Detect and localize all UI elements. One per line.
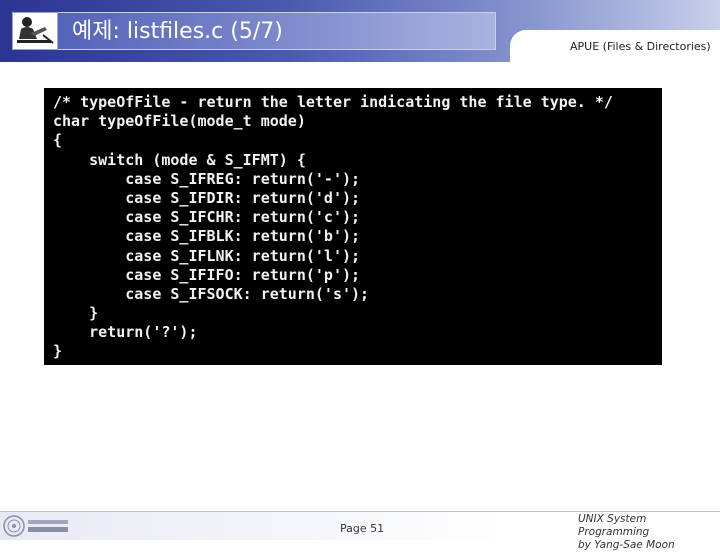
footer-credit-line: UNIX System Programming [578,513,650,538]
code-block: /* typeOfFile - return the letter indica… [44,88,662,365]
university-logo [2,514,72,538]
code-line: case S_IFREG: return('-'); [53,169,361,188]
code-line: } [53,342,63,361]
footer-credit-line: by Yang-Sae Moon [578,539,675,551]
page-number: Page 51 [340,522,385,535]
header-logo [12,12,58,50]
code-line: case S_IFBLK: return('b'); [53,227,361,246]
code-line: /* typeOfFile - return the letter indica… [53,93,613,111]
code-line: case S_IFIFO: return('p'); [53,265,361,284]
code-line: return('?'); [53,323,198,342]
person-at-desk-icon [17,17,54,44]
code-line: case S_IFSOCK: return('s'); [53,284,370,303]
code-line: char typeOfFile(mode_t mode) [53,112,306,131]
page-title: 예제: listfiles.c (5/7) [72,19,283,44]
code-line: case S_IFDIR: return('d'); [53,188,361,207]
code-line: switch (mode & S_IFMT) { [53,150,306,169]
code-line: { [53,131,63,150]
university-seal-icon [3,515,68,537]
code-line: case S_IFCHR: return('c'); [53,208,361,227]
header-subtitle: APUE (Files & Directories) [570,40,711,53]
code-line: case S_IFLNK: return('l'); [53,246,361,265]
footer-credit: UNIX System Programming by Yang-Sae Moon [578,513,720,552]
code-line: } [53,304,99,323]
